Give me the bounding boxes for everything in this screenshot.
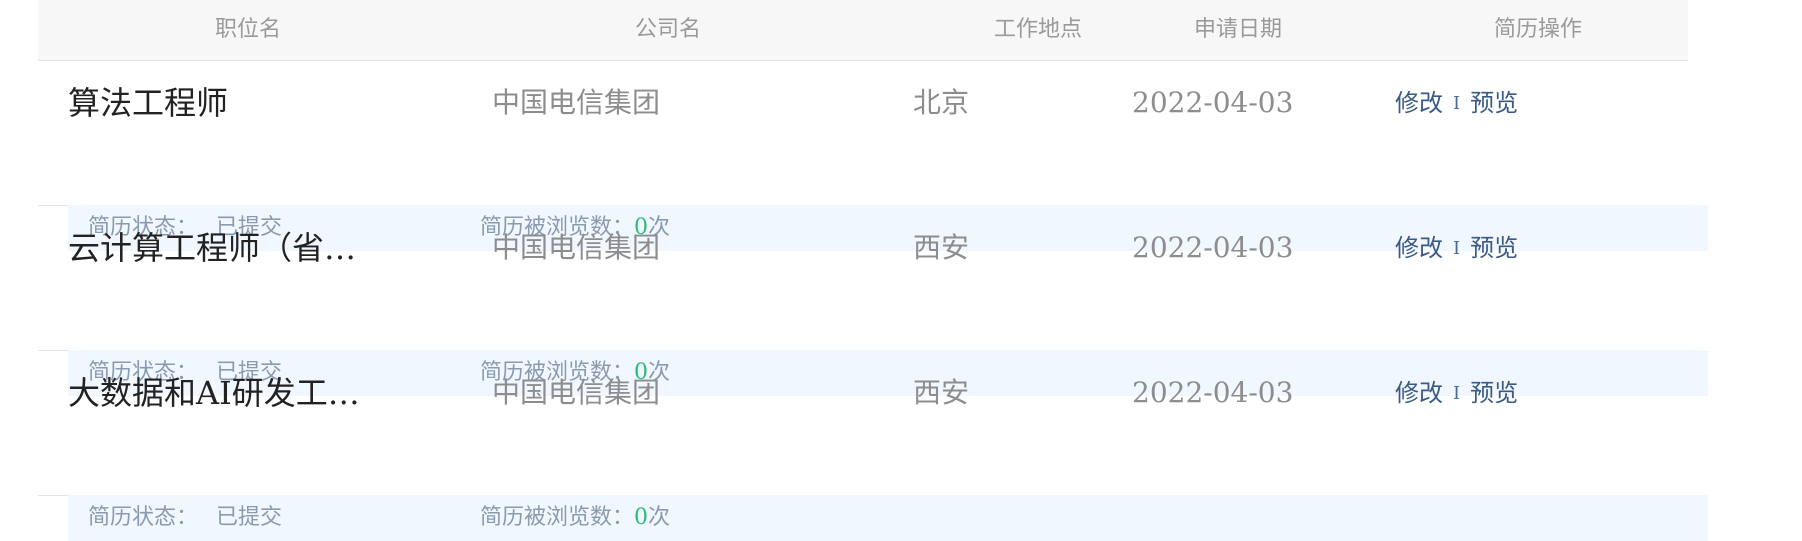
work-location: 北京 (913, 86, 970, 119)
preview-link[interactable]: 预览 (1470, 89, 1518, 117)
job-title[interactable]: 算法工程师 (68, 79, 368, 127)
resume-actions: 修改 I 预览 (1395, 79, 1518, 127)
separator: I (1453, 93, 1461, 114)
preview-link[interactable]: 预览 (1470, 234, 1518, 262)
edit-link[interactable]: 修改 (1395, 234, 1443, 262)
edit-link[interactable]: 修改 (1395, 89, 1443, 117)
company-name: 中国电信集团 (492, 86, 661, 119)
views-label: 简历被浏览数： (480, 505, 635, 530)
header-position: 职位名 (214, 17, 281, 42)
apply-date: 2022-04-03 (1132, 231, 1294, 264)
separator: I (1453, 238, 1461, 259)
job-title[interactable]: 云计算工程师（省… (68, 224, 368, 272)
company-name: 中国电信集团 (492, 231, 661, 264)
status-label: 简历状态： (88, 505, 199, 530)
table-row: 大数据和AI研发工… 中国电信集团 西安 2022-04-03 修改 I 预览 简历… (38, 351, 1708, 541)
apply-date: 2022-04-03 (1132, 86, 1294, 119)
views-count: 0 (634, 505, 649, 530)
resume-actions: 修改 I 预览 (1395, 224, 1518, 272)
separator: I (1453, 383, 1461, 404)
table-header: 职位名 公司名 工作地点 申请日期 简历操作 (38, 0, 1688, 61)
header-company: 公司名 (634, 17, 701, 42)
apply-date: 2022-04-03 (1132, 376, 1294, 409)
table-row: 云计算工程师（省… 中国电信集团 西安 2022-04-03 修改 I 预览 简历状… (38, 206, 1708, 396)
resume-actions: 修改 I 预览 (1395, 369, 1518, 417)
applications-table: 职位名 公司名 工作地点 申请日期 简历操作 算法工程师 中国电信集团 北京 2… (38, 0, 1708, 541)
work-location: 西安 (913, 231, 970, 264)
views-info: 简历被浏览数：0次 (480, 495, 670, 541)
table-row: 算法工程师 中国电信集团 北京 2022-04-03 修改 I 预览 简历状态： 已… (38, 61, 1708, 251)
views-unit: 次 (648, 505, 671, 530)
work-location: 西安 (913, 376, 970, 409)
job-title[interactable]: 大数据和AI研发工… (68, 369, 368, 417)
resume-status-bar: 简历状态： 已提交 简历被浏览数：0次 (68, 495, 1708, 541)
header-actions: 简历操作 (1493, 17, 1582, 42)
status-value: 已提交 (216, 505, 283, 530)
edit-link[interactable]: 修改 (1395, 379, 1443, 407)
header-date: 申请日期 (1193, 17, 1282, 42)
company-name: 中国电信集团 (492, 376, 661, 409)
preview-link[interactable]: 预览 (1470, 379, 1518, 407)
